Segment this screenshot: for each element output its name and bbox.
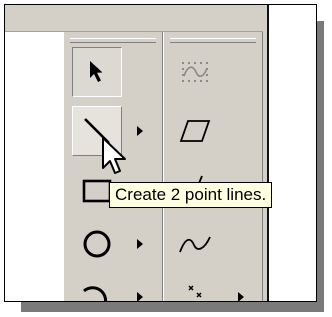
screenshot-frame: Create 2 point lines. (4, 4, 317, 302)
flyout-arrow-icon[interactable] (135, 291, 145, 302)
dotted-spline-button[interactable] (170, 47, 220, 97)
spline-button[interactable] (170, 219, 220, 269)
toolbar-grip[interactable] (70, 38, 156, 43)
circle-button[interactable] (72, 219, 122, 269)
point-button[interactable] (170, 269, 220, 301)
select-arrow-icon (90, 61, 103, 82)
sketch-toolbar-column-2 (163, 32, 263, 302)
flyout-arrow-icon[interactable] (135, 125, 145, 137)
point-icon (188, 285, 202, 298)
flyout-arrow-icon[interactable] (135, 238, 145, 250)
select-button[interactable] (72, 47, 122, 97)
toolbar-grip[interactable] (170, 38, 256, 43)
dotted-spline-icon (182, 62, 208, 82)
mouse-pointer-icon (102, 137, 126, 174)
drawing-area (5, 32, 63, 301)
toolbar-header (5, 5, 269, 32)
arc-button[interactable] (72, 269, 122, 301)
line-tooltip: Create 2 point lines. (109, 182, 273, 208)
canvas-area (269, 5, 316, 301)
parallelogram-icon (179, 120, 211, 142)
parallelogram-button[interactable] (170, 106, 220, 156)
spline-icon (179, 236, 211, 253)
arc-icon (83, 286, 108, 301)
circle-icon (83, 230, 111, 258)
flyout-arrow-icon[interactable] (236, 291, 246, 302)
